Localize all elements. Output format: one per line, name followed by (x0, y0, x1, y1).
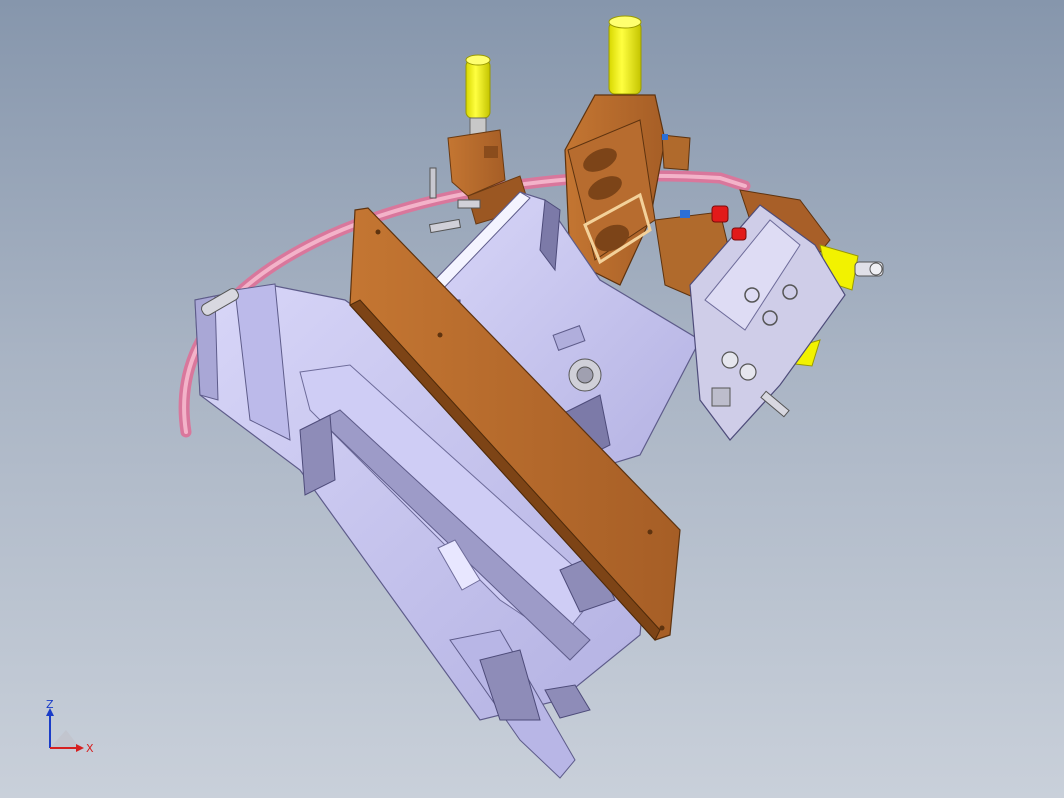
pneumatic-cylinder-left (465, 54, 491, 137)
3d-viewport[interactable]: Z X (0, 0, 1064, 798)
x-axis-arrow (76, 744, 84, 752)
x-axis-label: X (86, 742, 94, 755)
axis-triad: Z X (46, 700, 94, 755)
cad-assembly-model[interactable] (0, 0, 1064, 798)
pneumatic-cylinder-right (608, 15, 642, 95)
z-axis-label: Z (46, 700, 54, 711)
triad-base-plane (50, 730, 80, 748)
